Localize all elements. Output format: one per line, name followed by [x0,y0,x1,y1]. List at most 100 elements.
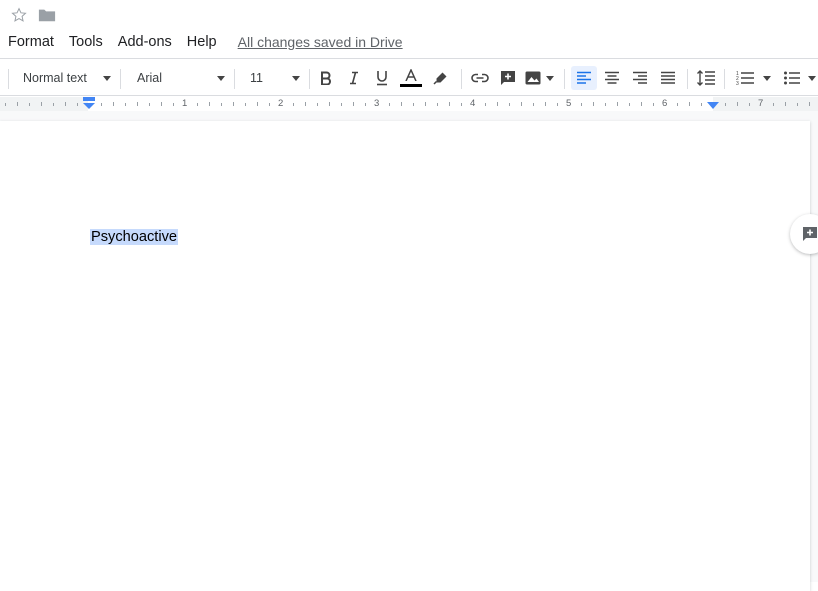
save-status-link[interactable]: All changes saved in Drive [238,32,403,52]
chevron-down-icon [762,75,771,81]
underline-icon [377,71,387,86]
ruler-tick [77,103,78,106]
ruler-tick [53,103,54,106]
ruler-number: 2 [278,98,284,109]
ruler-tick [245,103,246,106]
ruler-tick [533,103,534,106]
ruler-tick [17,102,18,106]
ruler-tick [557,103,558,106]
ruler-tick [341,103,342,106]
document-canvas: Psychoactive [0,111,818,591]
ruler-tick [29,103,30,106]
align-left-button[interactable] [571,66,597,90]
indent-marker-icon[interactable] [83,97,95,110]
star-icon[interactable] [10,6,28,24]
ruler-tick [329,102,330,106]
align-center-icon [605,71,619,84]
image-icon [525,71,540,85]
bulleted-list-icon [784,71,800,85]
align-justify-icon [661,71,675,84]
right-indent-marker-icon[interactable] [707,102,719,110]
ruler-tick [353,102,354,106]
ruler-tick [677,103,678,106]
menu-bar: Format Tools Add-ons Help All changes sa… [0,32,403,52]
chevron-down-icon[interactable] [217,76,225,81]
menu-help[interactable]: Help [179,32,224,52]
ruler-tick [137,102,138,106]
text-color-button[interactable] [398,66,424,90]
font-dropdown[interactable]: Arial [137,68,162,88]
underline-button[interactable] [369,66,395,90]
horizontal-ruler[interactable]: 1 2 3 4 5 6 7 [0,97,818,111]
insert-image-button[interactable] [522,66,556,90]
font-size-dropdown[interactable]: 11 [250,68,263,88]
toolbar-separator [461,69,462,89]
ruler-tick [497,102,498,106]
highlight-button[interactable] [428,66,454,90]
align-left-icon [577,71,591,84]
folder-icon[interactable] [38,7,56,23]
ruler-tick [641,102,642,106]
toolbar-separator [8,69,9,89]
ruler-tick [461,103,462,106]
ruler-tick [305,102,306,106]
ruler-tick [365,103,366,106]
ruler-tick [101,103,102,106]
text-color-icon [405,69,417,81]
ruler-tick [161,102,162,106]
toolbar-separator [724,69,725,89]
style-dropdown[interactable]: Normal text [23,68,87,88]
document-body[interactable]: Psychoactive [90,228,178,246]
chevron-down-icon[interactable] [103,76,111,81]
numbered-list-icon: 1 2 3 [736,71,754,86]
ruler-tick [581,103,582,106]
selected-text[interactable]: Psychoactive [90,229,178,245]
toolbar-separator [564,69,565,89]
ruler-tick [593,102,594,106]
menu-tools[interactable]: Tools [61,32,110,52]
ruler-tick [269,103,270,106]
ruler-tick [41,102,42,106]
ruler-tick [701,103,702,106]
ruler-tick [785,102,786,106]
add-comment-icon [803,227,817,241]
bulleted-list-button[interactable] [780,66,818,90]
ruler-tick [653,103,654,106]
ruler-tick [197,103,198,106]
ruler-tick [509,103,510,106]
menu-format[interactable]: Format [0,32,61,52]
menu-addons[interactable]: Add-ons [110,32,179,52]
italic-icon [350,71,358,85]
text-color-swatch [400,84,422,87]
ruler-tick [149,103,150,106]
line-spacing-button[interactable] [693,66,719,90]
insert-link-button[interactable] [467,66,493,90]
ruler-tick [293,103,294,106]
align-right-button[interactable] [627,66,653,90]
ruler-number: 6 [662,98,668,109]
ruler-tick [689,102,690,106]
chevron-down-icon[interactable] [292,76,300,81]
ruler-tick [257,102,258,106]
ruler-tick [749,103,750,106]
ruler-tick [545,102,546,106]
ruler-tick [617,102,618,106]
document-page[interactable]: Psychoactive [0,121,810,591]
add-comment-button[interactable] [495,66,521,90]
justify-button[interactable] [655,66,681,90]
bold-icon [321,71,331,85]
toolbar-separator [309,69,310,89]
bold-button[interactable] [313,66,339,90]
ruler-tick [209,102,210,106]
ruler-tick [449,102,450,106]
italic-button[interactable] [341,66,367,90]
ruler-number: 5 [566,98,572,109]
top-bar: Format Tools Add-ons Help All changes sa… [0,0,818,58]
numbered-list-button[interactable]: 1 2 3 [732,66,774,90]
link-icon [471,73,489,83]
ruler-tick [401,102,402,106]
ruler-tick [605,103,606,106]
add-comment-icon [501,71,515,85]
align-center-button[interactable] [599,66,625,90]
ruler-tick [113,102,114,106]
